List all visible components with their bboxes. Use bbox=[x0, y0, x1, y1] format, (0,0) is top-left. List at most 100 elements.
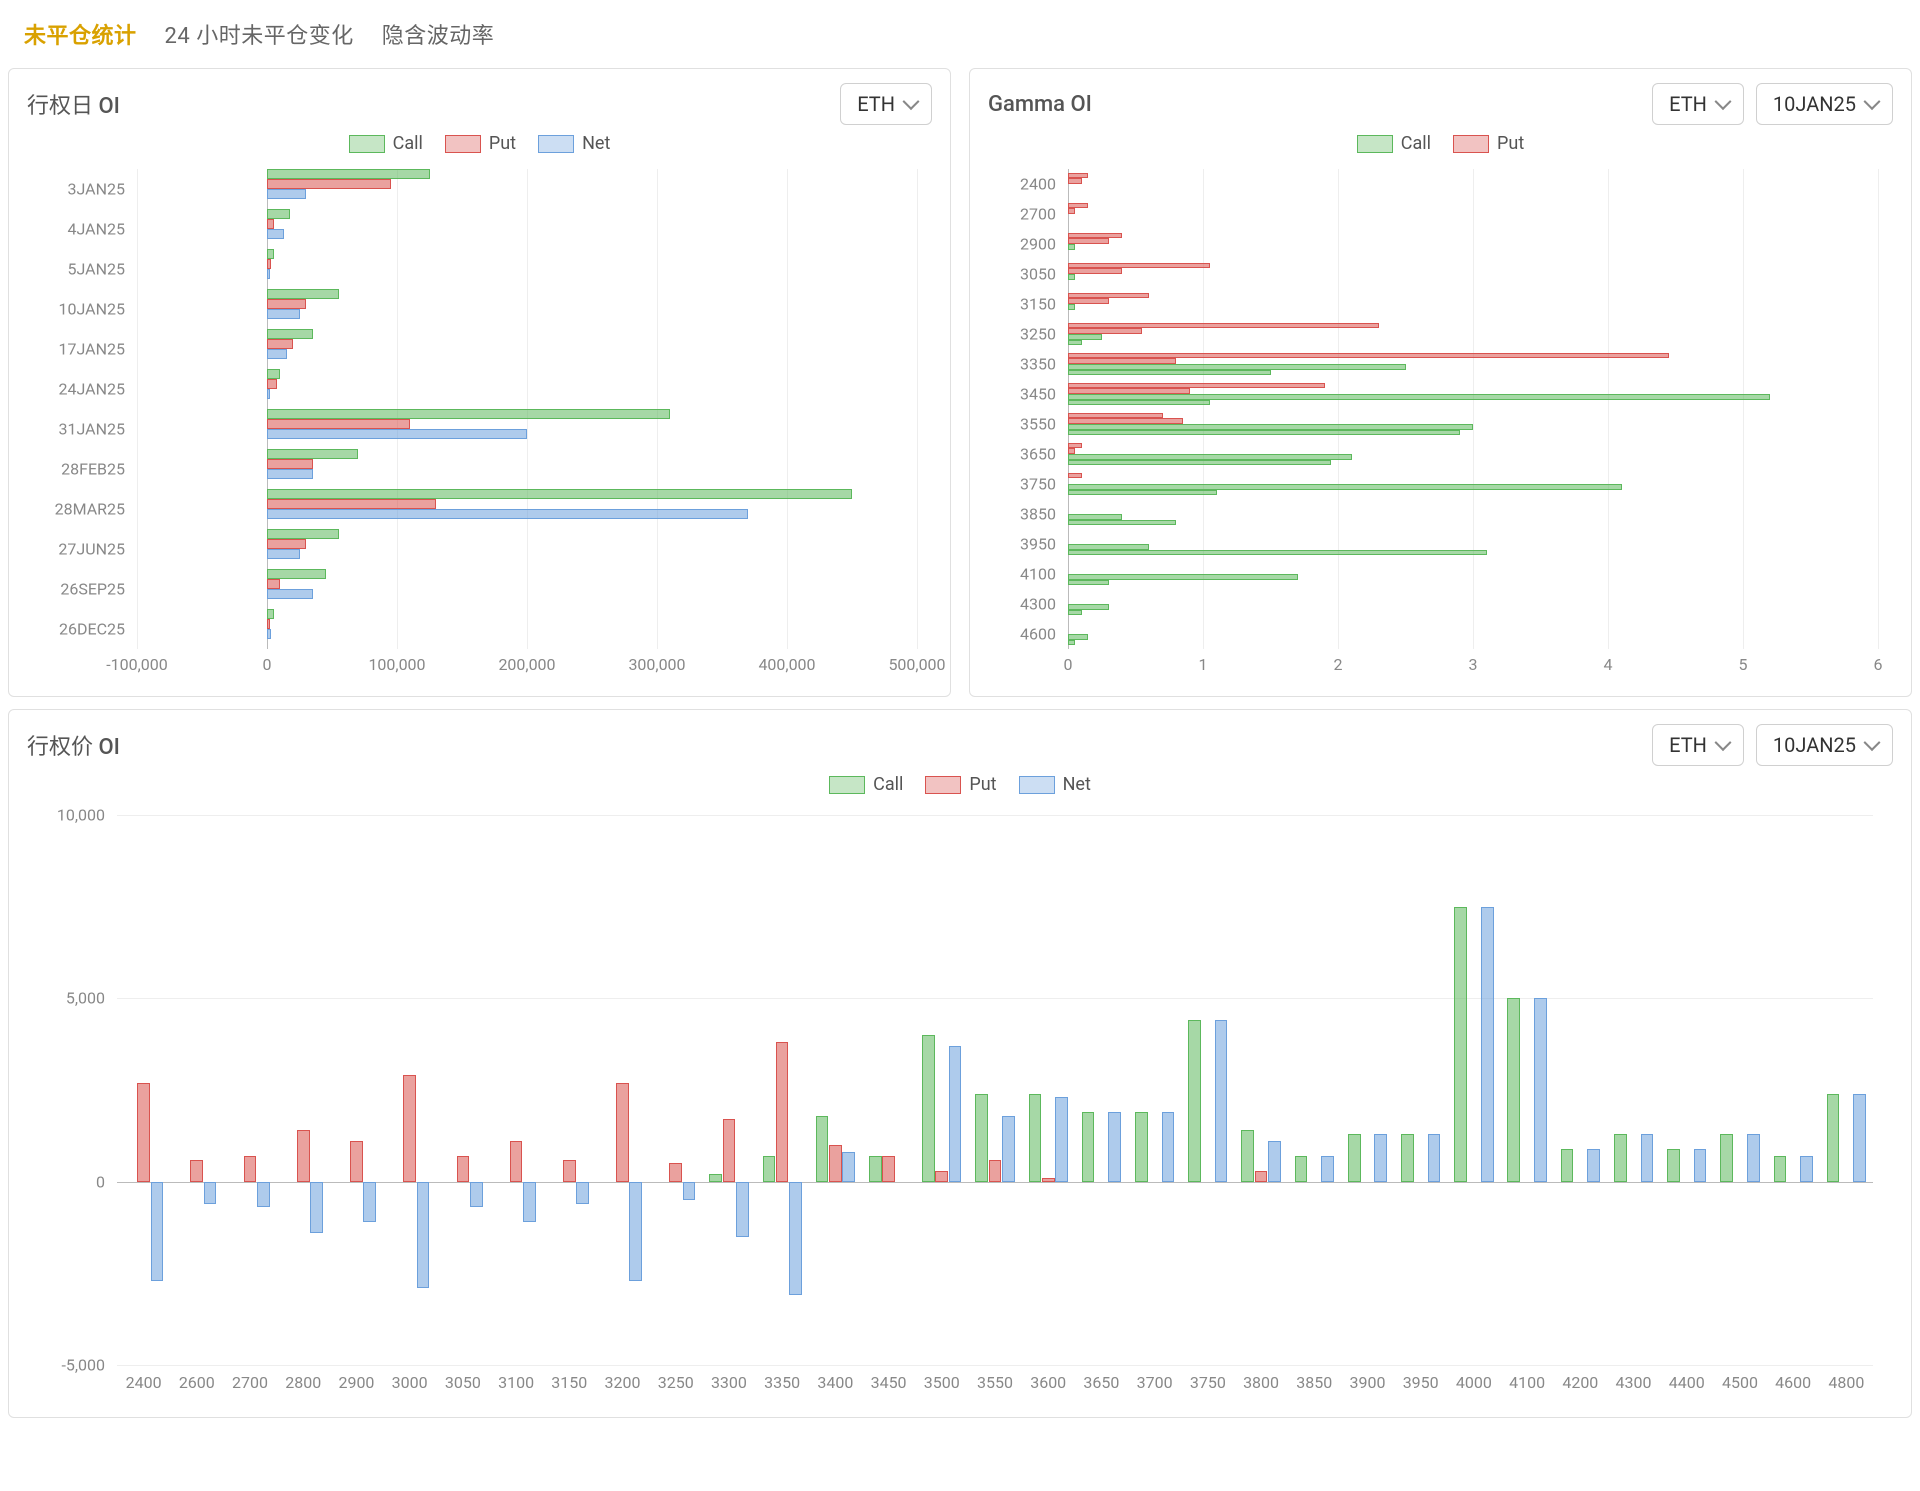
date-select-gamma[interactable]: 10JAN25 bbox=[1756, 83, 1893, 125]
bar-put bbox=[1068, 353, 1669, 358]
asset-select-expiry[interactable]: ETH bbox=[840, 83, 932, 125]
legend-strike-put[interactable]: Put bbox=[925, 774, 996, 795]
x-category-label: 2800 bbox=[277, 1373, 330, 1392]
swatch-net-icon bbox=[538, 135, 574, 153]
x-category-label: 3250 bbox=[649, 1373, 702, 1392]
legend-put[interactable]: Put bbox=[445, 133, 516, 154]
y-category-label: 2400 bbox=[988, 175, 1056, 194]
bar-net bbox=[1055, 1097, 1068, 1181]
x-category-label: 3450 bbox=[862, 1373, 915, 1392]
card-expiry-oi: 行权日 OI ETH Call Put Net -100,0000100,000… bbox=[8, 68, 951, 697]
bar-net bbox=[267, 429, 527, 439]
bar-call bbox=[1068, 520, 1176, 525]
swatch-call-icon bbox=[1357, 135, 1393, 153]
bar-put bbox=[267, 379, 277, 389]
x-category-label: 4500 bbox=[1713, 1373, 1766, 1392]
x-tick-label: 500,000 bbox=[877, 655, 957, 674]
bar-put bbox=[1042, 1178, 1055, 1182]
y-category-label: 31JAN25 bbox=[27, 420, 125, 439]
bar-call bbox=[1029, 1094, 1042, 1182]
bar-net bbox=[949, 1046, 962, 1182]
x-tick-label: 0 bbox=[227, 655, 307, 674]
bar-call bbox=[1401, 1134, 1414, 1182]
bar-put bbox=[267, 619, 270, 629]
x-category-label: 4600 bbox=[1767, 1373, 1820, 1392]
x-category-label: 3650 bbox=[1075, 1373, 1128, 1392]
chart-expiry-oi: -100,0000100,000200,000300,000400,000500… bbox=[27, 164, 932, 684]
bar-net bbox=[1428, 1134, 1441, 1182]
bar-call bbox=[1068, 394, 1770, 399]
bar-call bbox=[267, 529, 339, 539]
swatch-call-icon bbox=[349, 135, 385, 153]
bar-call bbox=[1068, 580, 1109, 585]
y-tick-label: -5,000 bbox=[27, 1356, 105, 1375]
swatch-call-icon bbox=[829, 776, 865, 794]
bar-put bbox=[350, 1141, 363, 1181]
tab-oi-stats[interactable]: 未平仓统计 bbox=[24, 18, 137, 50]
x-category-label: 3200 bbox=[596, 1373, 649, 1392]
bar-call bbox=[869, 1156, 882, 1182]
x-tick-label: 2 bbox=[1318, 655, 1358, 674]
bar-put bbox=[1068, 263, 1210, 268]
bar-net bbox=[1162, 1112, 1175, 1182]
legend-call[interactable]: Call bbox=[349, 133, 423, 154]
x-tick-label: 0 bbox=[1048, 655, 1088, 674]
legend-strike-put-label: Put bbox=[969, 774, 996, 795]
bar-put bbox=[1068, 323, 1379, 328]
date-select-strike[interactable]: 10JAN25 bbox=[1756, 724, 1893, 766]
bar-net bbox=[1215, 1020, 1228, 1181]
bar-call bbox=[1068, 244, 1075, 249]
legend-gamma-call[interactable]: Call bbox=[1357, 133, 1431, 154]
legend-gamma-call-label: Call bbox=[1401, 133, 1431, 154]
tabs: 未平仓统计 24 小时未平仓变化 隐含波动率 bbox=[0, 0, 1920, 68]
asset-select-strike[interactable]: ETH bbox=[1652, 724, 1744, 766]
y-category-label: 3150 bbox=[988, 295, 1056, 314]
bar-call bbox=[1068, 610, 1082, 615]
asset-select-gamma[interactable]: ETH bbox=[1652, 83, 1744, 125]
y-category-label: 2900 bbox=[988, 235, 1056, 254]
tab-24h-change[interactable]: 24 小时未平仓变化 bbox=[165, 18, 354, 50]
bar-call bbox=[1082, 1112, 1095, 1182]
bar-call bbox=[1720, 1134, 1733, 1182]
y-category-label: 3350 bbox=[988, 355, 1056, 374]
y-category-label: 3250 bbox=[988, 325, 1056, 344]
bar-put bbox=[244, 1156, 257, 1182]
bar-put bbox=[190, 1160, 203, 1182]
legend-strike-net[interactable]: Net bbox=[1019, 774, 1091, 795]
bar-put bbox=[267, 339, 293, 349]
bar-call bbox=[1068, 340, 1082, 345]
bar-call bbox=[1667, 1149, 1680, 1182]
bar-net bbox=[1694, 1149, 1707, 1182]
y-category-label: 28MAR25 bbox=[27, 500, 125, 519]
y-category-label: 4100 bbox=[988, 565, 1056, 584]
legend-strike-call[interactable]: Call bbox=[829, 774, 903, 795]
bar-net bbox=[267, 549, 300, 559]
legend-gamma-put-label: Put bbox=[1497, 133, 1524, 154]
bar-call bbox=[1135, 1112, 1148, 1182]
chart-gamma-oi: 0123456240027002900305031503250335034503… bbox=[988, 164, 1893, 684]
bar-call bbox=[922, 1035, 935, 1182]
bar-call bbox=[267, 369, 280, 379]
x-category-label: 3150 bbox=[543, 1373, 596, 1392]
legend-gamma-put[interactable]: Put bbox=[1453, 133, 1524, 154]
bar-put bbox=[267, 579, 280, 589]
legend-net[interactable]: Net bbox=[538, 133, 610, 154]
bar-call bbox=[975, 1094, 988, 1182]
y-tick-label: 5,000 bbox=[27, 989, 105, 1008]
x-tick-label: 400,000 bbox=[747, 655, 827, 674]
tab-iv[interactable]: 隐含波动率 bbox=[382, 18, 495, 50]
bar-put bbox=[1068, 208, 1075, 213]
bar-put bbox=[563, 1160, 576, 1182]
x-category-label: 3950 bbox=[1394, 1373, 1447, 1392]
bar-call bbox=[1295, 1156, 1308, 1182]
bar-net bbox=[267, 629, 271, 639]
y-category-label: 3750 bbox=[988, 475, 1056, 494]
x-tick-label: 3 bbox=[1453, 655, 1493, 674]
bar-call bbox=[1068, 550, 1487, 555]
bar-net bbox=[267, 389, 270, 399]
bar-call bbox=[1068, 460, 1331, 465]
legend-put-label: Put bbox=[489, 133, 516, 154]
legend-strike: Call Put Net bbox=[27, 774, 1893, 795]
bar-net bbox=[363, 1182, 376, 1222]
legend-net-label: Net bbox=[582, 133, 610, 154]
